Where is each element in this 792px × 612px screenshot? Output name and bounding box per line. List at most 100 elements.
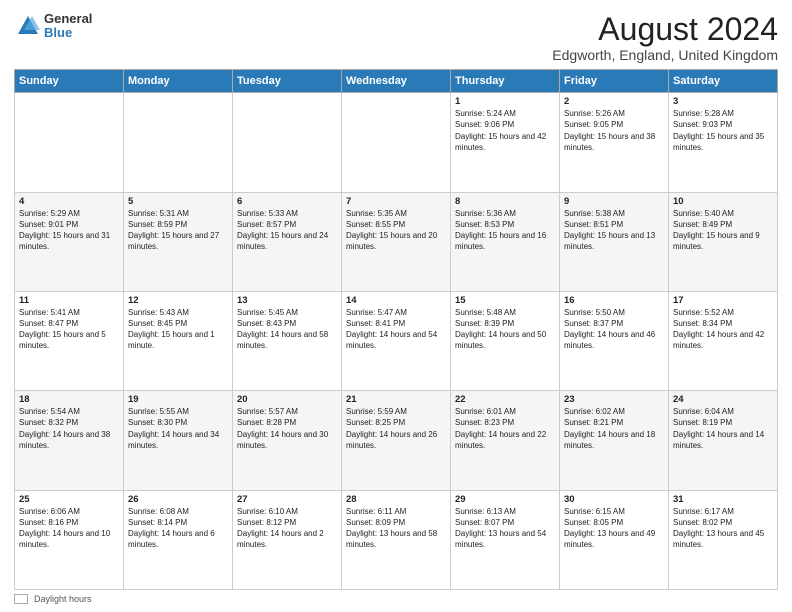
day-info: Sunrise: 6:01 AMSunset: 8:23 PMDaylight:… xyxy=(455,407,546,450)
day-number: 27 xyxy=(237,494,337,505)
day-info: Sunrise: 5:40 AMSunset: 8:49 PMDaylight:… xyxy=(673,209,760,252)
calendar-cell: 8Sunrise: 5:36 AMSunset: 8:53 PMDaylight… xyxy=(451,192,560,291)
day-number: 13 xyxy=(237,295,337,306)
logo: General Blue xyxy=(14,12,92,41)
logo-icon xyxy=(14,12,42,40)
day-info: Sunrise: 6:06 AMSunset: 8:16 PMDaylight:… xyxy=(19,507,110,550)
day-number: 22 xyxy=(455,394,555,405)
day-info: Sunrise: 5:33 AMSunset: 8:57 PMDaylight:… xyxy=(237,209,328,252)
day-number: 17 xyxy=(673,295,773,306)
day-info: Sunrise: 5:55 AMSunset: 8:30 PMDaylight:… xyxy=(128,407,219,450)
day-info: Sunrise: 5:54 AMSunset: 8:32 PMDaylight:… xyxy=(19,407,110,450)
calendar-cell: 26 Sunrise: 6:08 AMSunset: 8:14 PMDayligh… xyxy=(124,490,233,589)
calendar-cell: 17 Sunrise: 5:52 AMSunset: 8:34 PMDayligh… xyxy=(669,291,778,390)
day-number: 8 xyxy=(455,196,555,207)
day-info: Sunrise: 5:43 AMSunset: 8:45 PMDaylight:… xyxy=(128,308,215,351)
day-info: Sunrise: 6:02 AMSunset: 8:21 PMDaylight:… xyxy=(564,407,655,450)
calendar-cell: 2 Sunrise: 5:26 AMSunset: 9:05 PMDaylight… xyxy=(560,93,669,192)
col-sunday: Sunday xyxy=(15,70,124,93)
day-number: 2 xyxy=(564,96,664,107)
logo-text: General Blue xyxy=(44,12,92,41)
day-info: Sunrise: 5:29 AMSunset: 9:01 PMDaylight:… xyxy=(19,209,110,252)
day-info: Sunrise: 6:13 AMSunset: 8:07 PMDaylight:… xyxy=(455,507,546,550)
calendar-page: General Blue August 2024 Edgworth, Engla… xyxy=(0,0,792,612)
week-row-2: 11 Sunrise: 5:41 AMSunset: 8:47 PMDayligh… xyxy=(15,291,778,390)
calendar-cell: 23 Sunrise: 6:02 AMSunset: 8:21 PMDayligh… xyxy=(560,391,669,490)
day-number: 14 xyxy=(346,295,446,306)
calendar-cell: 29 Sunrise: 6:13 AMSunset: 8:07 PMDayligh… xyxy=(451,490,560,589)
calendar-cell: 27 Sunrise: 6:10 AMSunset: 8:12 PMDayligh… xyxy=(233,490,342,589)
day-number: 25 xyxy=(19,494,119,505)
day-info: Sunrise: 5:52 AMSunset: 8:34 PMDaylight:… xyxy=(673,308,764,351)
day-number: 3 xyxy=(673,96,773,107)
day-info: Sunrise: 6:08 AMSunset: 8:14 PMDaylight:… xyxy=(128,507,215,550)
header-row: Sunday Monday Tuesday Wednesday Thursday… xyxy=(15,70,778,93)
day-info: Sunrise: 6:15 AMSunset: 8:05 PMDaylight:… xyxy=(564,507,655,550)
day-number: 11 xyxy=(19,295,119,306)
day-number: 18 xyxy=(19,394,119,405)
day-info: Sunrise: 5:24 AMSunset: 9:06 PMDaylight:… xyxy=(455,109,546,152)
calendar-cell: 1 Sunrise: 5:24 AMSunset: 9:06 PMDaylight… xyxy=(451,93,560,192)
day-info: Sunrise: 5:59 AMSunset: 8:25 PMDaylight:… xyxy=(346,407,437,450)
calendar-cell: 16Sunrise: 5:50 AMSunset: 8:37 PMDayligh… xyxy=(560,291,669,390)
day-number: 1 xyxy=(455,96,555,107)
calendar-cell: 19Sunrise: 5:55 AMSunset: 8:30 PMDayligh… xyxy=(124,391,233,490)
day-number: 26 xyxy=(128,494,228,505)
day-info: Sunrise: 5:57 AMSunset: 8:28 PMDaylight:… xyxy=(237,407,328,450)
day-number: 29 xyxy=(455,494,555,505)
day-number: 9 xyxy=(564,196,664,207)
calendar-cell: 30 Sunrise: 6:15 AMSunset: 8:05 PMDayligh… xyxy=(560,490,669,589)
calendar-cell: 31Sunrise: 6:17 AMSunset: 8:02 PMDayligh… xyxy=(669,490,778,589)
logo-blue: Blue xyxy=(44,26,92,40)
day-info: Sunrise: 6:04 AMSunset: 8:19 PMDaylight:… xyxy=(673,407,764,450)
calendar-cell: 22 Sunrise: 6:01 AMSunset: 8:23 PMDayligh… xyxy=(451,391,560,490)
calendar-cell: 13 Sunrise: 5:45 AMSunset: 8:43 PMDayligh… xyxy=(233,291,342,390)
calendar-cell: 11 Sunrise: 5:41 AMSunset: 8:47 PMDayligh… xyxy=(15,291,124,390)
calendar-cell: 10Sunrise: 5:40 AMSunset: 8:49 PMDayligh… xyxy=(669,192,778,291)
day-number: 6 xyxy=(237,196,337,207)
day-info: Sunrise: 5:26 AMSunset: 9:05 PMDaylight:… xyxy=(564,109,655,152)
day-number: 28 xyxy=(346,494,446,505)
calendar-cell: 12 Sunrise: 5:43 AMSunset: 8:45 PMDayligh… xyxy=(124,291,233,390)
calendar-cell xyxy=(124,93,233,192)
footer-label: Daylight hours xyxy=(34,594,92,604)
day-number: 12 xyxy=(128,295,228,306)
col-tuesday: Tuesday xyxy=(233,70,342,93)
day-info: Sunrise: 5:28 AMSunset: 9:03 PMDaylight:… xyxy=(673,109,764,152)
main-title: August 2024 xyxy=(552,12,778,47)
footer-box xyxy=(14,594,28,604)
calendar-cell: 15Sunrise: 5:48 AMSunset: 8:39 PMDayligh… xyxy=(451,291,560,390)
logo-general: General xyxy=(44,12,92,26)
calendar-cell: 9 Sunrise: 5:38 AMSunset: 8:51 PMDaylight… xyxy=(560,192,669,291)
day-info: Sunrise: 5:38 AMSunset: 8:51 PMDaylight:… xyxy=(564,209,655,252)
day-info: Sunrise: 5:31 AMSunset: 8:59 PMDaylight:… xyxy=(128,209,219,252)
calendar-cell: 24 Sunrise: 6:04 AMSunset: 8:19 PMDayligh… xyxy=(669,391,778,490)
calendar-cell: 20 Sunrise: 5:57 AMSunset: 8:28 PMDayligh… xyxy=(233,391,342,490)
calendar-cell: 6 Sunrise: 5:33 AMSunset: 8:57 PMDaylight… xyxy=(233,192,342,291)
day-info: Sunrise: 5:47 AMSunset: 8:41 PMDaylight:… xyxy=(346,308,437,351)
calendar-cell: 7Sunrise: 5:35 AMSunset: 8:55 PMDaylight… xyxy=(342,192,451,291)
calendar-cell: 4Sunrise: 5:29 AMSunset: 9:01 PMDaylight… xyxy=(15,192,124,291)
day-info: Sunrise: 5:41 AMSunset: 8:47 PMDaylight:… xyxy=(19,308,106,351)
col-wednesday: Wednesday xyxy=(342,70,451,93)
calendar-cell: 25 Sunrise: 6:06 AMSunset: 8:16 PMDayligh… xyxy=(15,490,124,589)
footer: Daylight hours xyxy=(14,594,778,604)
day-number: 30 xyxy=(564,494,664,505)
day-info: Sunrise: 6:11 AMSunset: 8:09 PMDaylight:… xyxy=(346,507,437,550)
day-number: 5 xyxy=(128,196,228,207)
calendar-cell xyxy=(342,93,451,192)
week-row-1: 4Sunrise: 5:29 AMSunset: 9:01 PMDaylight… xyxy=(15,192,778,291)
col-thursday: Thursday xyxy=(451,70,560,93)
calendar-cell xyxy=(15,93,124,192)
day-number: 20 xyxy=(237,394,337,405)
col-friday: Friday xyxy=(560,70,669,93)
calendar-cell xyxy=(233,93,342,192)
week-row-4: 25 Sunrise: 6:06 AMSunset: 8:16 PMDayligh… xyxy=(15,490,778,589)
day-info: Sunrise: 6:10 AMSunset: 8:12 PMDaylight:… xyxy=(237,507,324,550)
day-number: 24 xyxy=(673,394,773,405)
subtitle: Edgworth, England, United Kingdom xyxy=(552,47,778,63)
day-number: 23 xyxy=(564,394,664,405)
col-monday: Monday xyxy=(124,70,233,93)
header: General Blue August 2024 Edgworth, Engla… xyxy=(14,12,778,63)
day-info: Sunrise: 5:45 AMSunset: 8:43 PMDaylight:… xyxy=(237,308,328,351)
